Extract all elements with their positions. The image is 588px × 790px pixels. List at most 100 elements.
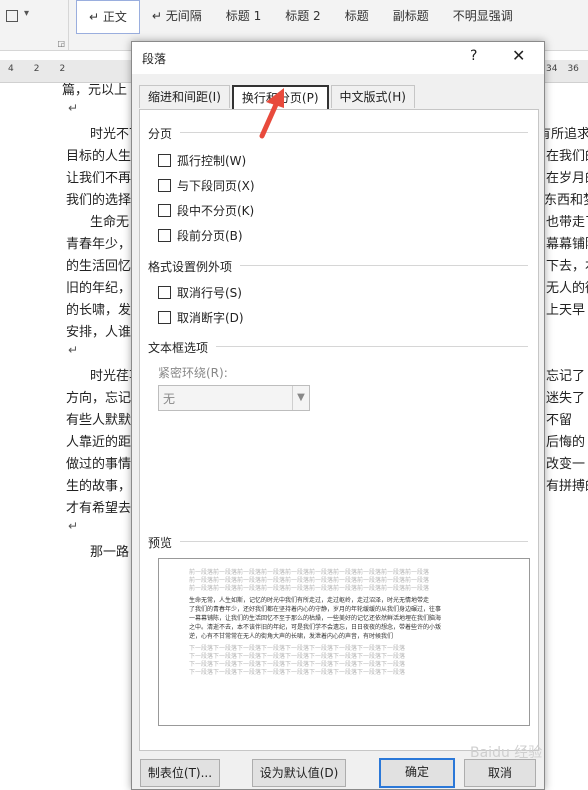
doc-line-fragment: 有拼搏的 <box>546 479 588 494</box>
checkbox-label: 取消断字(D) <box>177 311 244 325</box>
checkbox-label: 取消行号(S) <box>177 286 242 300</box>
doc-line: 的生活回忆 <box>66 259 132 274</box>
tight-wrap-label: 紧密环绕(R): <box>158 366 228 380</box>
preview-sample-line: 一幕幕铺陈，让我们的生活回忆不至于那么的枯燥，一些美好的记忆还依然鲜活地埋在我们… <box>189 615 442 622</box>
ruler-tick: 34 <box>546 64 558 74</box>
divider <box>180 132 528 133</box>
checkbox[interactable] <box>158 179 171 192</box>
ok-button[interactable]: 确定 <box>379 758 455 788</box>
doc-line-fragment: 忘记了 <box>546 369 586 384</box>
doc-line-fragment: 下去，本 <box>546 259 588 274</box>
select-value: 无 <box>163 392 176 406</box>
doc-line: 生的故事， <box>66 479 132 494</box>
style-normal[interactable]: ↵ 正文 <box>76 0 140 34</box>
dialog-launcher-icon[interactable]: ◲ <box>57 39 65 48</box>
dont-hyphenate-checkbox[interactable]: 取消断字(D) <box>158 309 244 326</box>
doc-line-fragment: 在岁月的 <box>546 171 588 186</box>
doc-line: 目标的人生 <box>66 149 132 164</box>
divider <box>180 541 528 542</box>
style-heading-2[interactable]: 标题 2 <box>273 0 332 32</box>
doc-line-fragment: 无人的街 <box>546 281 588 296</box>
doc-line: 生命无 <box>90 215 130 230</box>
preview-prev-paragraph: 前一段落前一段落前一段落前一段落前一段落前一段落前一段落前一段落前一段落前一段落 <box>189 585 430 592</box>
ruler-tick: 4 <box>8 64 14 74</box>
checkbox[interactable] <box>158 286 171 299</box>
doc-line: 才有希望去 <box>66 501 132 516</box>
tab-asian-typography[interactable]: 中文版式(H) <box>330 85 415 108</box>
watermark: Baidu 经验 <box>470 745 543 761</box>
styles-gallery: ↵ 正文 ↵ 无间隔 标题 1 标题 2 标题 副标题 不明显强调 <box>76 0 525 34</box>
style-subtle-emphasis[interactable]: 不明显强调 <box>441 0 525 32</box>
cancel-button[interactable]: 取消 <box>464 759 536 787</box>
border-icon[interactable] <box>6 10 18 22</box>
dialog-titlebar[interactable]: 段落 ? ✕ <box>132 42 544 74</box>
doc-line: 那一路 <box>90 545 130 560</box>
keep-with-next-checkbox[interactable]: 与下段同页(X) <box>158 177 255 194</box>
checkbox[interactable] <box>158 311 171 324</box>
close-icon[interactable]: ✕ <box>512 46 525 65</box>
tab-indents-spacing[interactable]: 缩进和间距(I) <box>139 85 230 108</box>
preview-sample-line: 生命无常，人生如斯，记忆的时光中我们有所走过，走过岖岭，走过沼泽，时光无情地带走 <box>189 597 430 604</box>
ruler-tick: 2 <box>59 64 66 74</box>
paragraph-mark-icon: ↵ <box>68 343 79 357</box>
style-no-spacing[interactable]: ↵ 无间隔 <box>140 0 214 32</box>
doc-line: 的长啸，发 <box>66 303 132 318</box>
preview-sample-line: 逆，心有不甘常常在无人的街角大声的长啸，发泄着内心的声音，有时候我们 <box>189 633 394 640</box>
checkbox[interactable] <box>158 204 171 217</box>
doc-line-fragment: 迷失了 <box>546 391 586 406</box>
dialog-title: 段落 <box>142 52 167 66</box>
tabs-button[interactable]: 制表位(T)... <box>140 759 220 787</box>
doc-line: 有些人默默 <box>66 413 132 428</box>
doc-line-fragment: 改变一 <box>546 457 586 472</box>
textbox-options-heading: 文本框选项 <box>148 341 209 355</box>
doc-line-fragment: 东西和梦想 <box>544 193 588 208</box>
preview-next-paragraph: 下一段落下一段落下一段落下一段落下一段落下一段落下一段落下一段落下一段落 <box>189 669 406 676</box>
doc-line: 旧的年纪， <box>66 281 132 296</box>
paragraph-mark-icon: ↵ <box>68 101 79 115</box>
preview-sample-line: 了我们的青春年少，还好我们都在坚持着内心的守静，岁月的年轮缓缓的从我们身边碾过，… <box>189 606 442 613</box>
style-heading-1[interactable]: 标题 1 <box>214 0 273 32</box>
tab-panel: 分页 孤行控制(W) 与下段同页(X) 段中不分页(K) 段前分页(B) 格式设… <box>139 109 539 751</box>
doc-line: 做过的事情 <box>66 457 132 472</box>
checkbox-label: 孤行控制(W) <box>177 154 247 168</box>
chevron-down-icon[interactable]: ▼ <box>292 386 309 410</box>
style-title[interactable]: 标题 <box>333 0 381 32</box>
formatting-exceptions-heading: 格式设置例外项 <box>148 260 233 274</box>
set-default-button[interactable]: 设为默认值(D) <box>252 759 346 787</box>
checkbox-label: 与下段同页(X) <box>177 179 255 193</box>
keep-lines-together-checkbox[interactable]: 段中不分页(K) <box>158 202 254 219</box>
help-icon[interactable]: ? <box>470 48 477 64</box>
doc-line: 青春年少， <box>66 237 132 252</box>
checkbox[interactable] <box>158 229 171 242</box>
checkbox[interactable] <box>158 154 171 167</box>
style-subtitle[interactable]: 副标题 <box>381 0 441 32</box>
doc-line-fragment: 上天早 <box>546 303 586 318</box>
tight-wrap-select[interactable]: 无 ▼ <box>158 385 310 411</box>
chevron-down-icon[interactable]: ▾ <box>24 8 29 19</box>
paragraph-dialog: 段落 ? ✕ 缩进和间距(I) 换行和分页(P) 中文版式(H) 分页 孤行控制… <box>131 41 545 790</box>
divider <box>240 265 528 266</box>
widow-control-checkbox[interactable]: 孤行控制(W) <box>158 152 246 169</box>
pagination-heading: 分页 <box>148 127 173 141</box>
doc-line-fragment: 也带走了 <box>546 215 588 230</box>
preview-sample-line: 之中。清逝不去，本不该伴旧的年纪，可是我们学不会遗忘，日日夜夜的想念，带着些许的… <box>189 624 442 631</box>
doc-line-fragment: 有所追求 <box>538 127 588 142</box>
doc-line: 人靠近的距 <box>66 435 132 450</box>
preview-box: 前一段落前一段落前一段落前一段落前一段落前一段落前一段落前一段落前一段落前一段落… <box>158 558 530 726</box>
paragraph-group: ▾ ◲ <box>0 0 69 50</box>
doc-line-fragment: 在我们的 <box>546 149 588 164</box>
annotation-arrow-icon <box>259 88 284 139</box>
doc-line: 安排，人谁 <box>66 325 132 340</box>
doc-line: 我们的选择 <box>66 193 132 208</box>
divider <box>216 346 528 347</box>
suppress-line-numbers-checkbox[interactable]: 取消行号(S) <box>158 284 242 301</box>
page-break-before-checkbox[interactable]: 段前分页(B) <box>158 227 243 244</box>
doc-line-fragment: 后悔的 <box>546 435 586 450</box>
checkbox-label: 段前分页(B) <box>177 229 243 243</box>
checkbox-label: 段中不分页(K) <box>177 204 255 218</box>
doc-line-fragment: 不留 <box>546 413 573 428</box>
preview-heading: 预览 <box>148 536 173 550</box>
doc-line-fragment: 幕幕铺陈 <box>546 237 588 252</box>
paragraph-mark-icon: ↵ <box>68 519 79 533</box>
ruler-tick: 36 <box>567 64 579 74</box>
